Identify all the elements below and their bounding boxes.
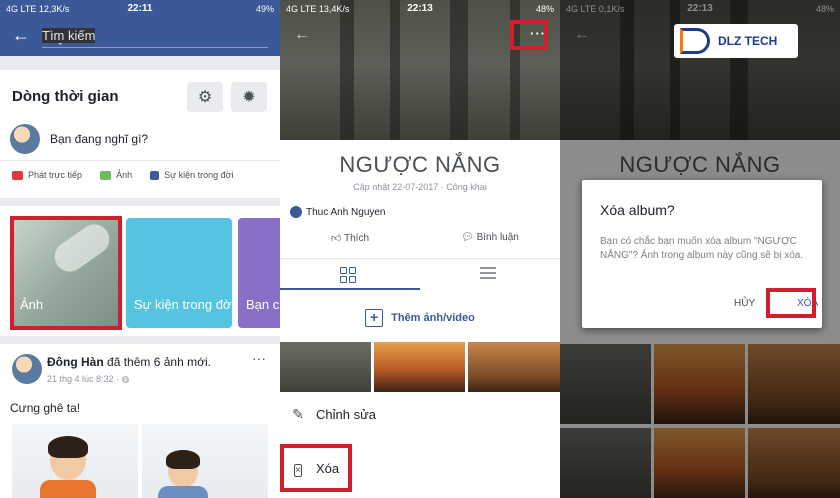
timeline-card: Dòng thời gian ⚙ ✹ Bạn đang nghĩ gì? Phá… — [0, 70, 280, 198]
photo-icon — [100, 170, 112, 180]
gear-icon: ✹ — [242, 89, 256, 106]
reaction-bar: 👍︎ Thích 💬︎ Bình luận — [280, 232, 560, 244]
post-text: Cưng ghê ta! — [10, 401, 81, 415]
owner-name: Thuc Anh Nguyen — [306, 206, 386, 218]
list-view-icon[interactable] — [480, 267, 496, 281]
thumbs-up-icon: 👍︎ — [330, 233, 345, 244]
comment-button[interactable]: 💬︎ Bình luận — [420, 232, 560, 244]
album-title: NGƯỢC NẮNG — [339, 152, 501, 177]
filter-button[interactable]: ⚙ — [187, 82, 223, 112]
page-title: Dòng thời gian — [12, 88, 119, 105]
search-placeholder: Tìm kiếm — [42, 28, 96, 43]
highlight-box — [10, 216, 122, 330]
highlight-box — [766, 288, 816, 318]
album-meta: Cập nhật 22-07-2017 · Công khai — [353, 182, 487, 192]
photo-button[interactable]: Ảnh — [100, 170, 132, 180]
tree-trunk — [390, 0, 400, 140]
tile-label: Bạn c — [246, 297, 280, 312]
post-timestamp: 21 thg 4 lúc 8:32 · ◍ — [47, 374, 129, 385]
delete-dialog-screen: 4G LTE 0,1K/s 22:13 48% ← NGƯỢC NẮNG Xóa… — [560, 0, 840, 498]
go-live-button[interactable]: Phát trực tiếp — [12, 170, 82, 180]
add-photo-label: Thêm ảnh/video — [391, 312, 475, 324]
status-bar: 4G LTE 13,4K/s 22:13 48% — [280, 0, 560, 17]
top-bar: 4G LTE 12,3K/s 22:11 49% ← Tìm kiếm — [0, 0, 280, 56]
like-label: Thích — [344, 233, 370, 244]
tile-friends[interactable]: Bạn c — [238, 218, 280, 328]
clock: 22:13 — [407, 3, 433, 14]
status-bar: 4G LTE 12,3K/s 22:11 49% — [0, 0, 280, 17]
edit-label: Chỉnh sửa — [316, 406, 377, 422]
child-face — [166, 450, 200, 488]
logo-text: DLZ TECH — [718, 34, 778, 48]
photo-thumbnail[interactable] — [468, 342, 560, 392]
photo-label: Ảnh — [116, 170, 133, 180]
post-action: đã thêm 6 ảnh mới. — [107, 355, 211, 369]
confirm-dialog: Xóa album? Bạn có chắc bạn muốn xóa albu… — [582, 180, 822, 328]
facebook-icon — [290, 206, 302, 218]
composer-actions: Phát trực tiếp Ảnh Sự kiện trong đời — [0, 170, 280, 180]
child-face — [48, 436, 88, 480]
clock: 22:11 — [127, 3, 153, 14]
like-button[interactable]: 👍︎ Thích — [280, 232, 420, 244]
tile-label: Sự kiện trong đời — [134, 297, 232, 312]
shortcut-tiles: Ảnh Sự kiện trong đời Bạn c — [0, 206, 280, 336]
view-tabs — [280, 258, 560, 290]
settings-button[interactable]: ✹ — [231, 82, 267, 112]
sliders-icon: ⚙ — [197, 89, 213, 106]
tile-life-events[interactable]: Sự kiện trong đời — [126, 218, 232, 328]
dialog-message: Bạn có chắc bạn muốn xóa album "NGƯỢC NẮ… — [600, 236, 804, 261]
avatar[interactable] — [10, 124, 40, 154]
network-status: 4G LTE 12,3K/s — [6, 3, 70, 14]
highlight-box — [280, 444, 352, 492]
status-composer[interactable]: Bạn đang nghĩ gì? — [50, 132, 148, 146]
logo-mark — [680, 28, 710, 54]
tree-trunk — [340, 0, 354, 140]
back-arrow-icon[interactable]: ← — [12, 26, 30, 44]
tree-trunk — [450, 0, 468, 140]
edit-option[interactable]: ✎ Chỉnh sửa — [290, 406, 376, 422]
album-info: NGƯỢC NẮNG Cập nhật 22-07-2017 · Công kh… — [280, 140, 560, 290]
post-photo[interactable] — [142, 424, 268, 498]
action-sheet: ✎ Chỉnh sửa × Xóa — [280, 392, 560, 498]
search-input[interactable]: Tìm kiếm — [42, 24, 268, 48]
avatar[interactable] — [12, 354, 42, 384]
child-shirt — [40, 480, 96, 498]
watermark-logo: DLZ TECH — [674, 24, 798, 58]
battery-level: 48% — [535, 3, 554, 14]
pencil-icon: ✎ — [292, 406, 304, 422]
go-live-label: Phát trực tiếp — [28, 170, 83, 180]
comment-icon: 💬︎ — [461, 232, 477, 243]
cancel-button[interactable]: HỦY — [734, 298, 755, 309]
divider — [0, 160, 280, 161]
active-tab-indicator — [280, 288, 420, 290]
comment-label: Bình luận — [476, 232, 519, 243]
photo-thumbnail[interactable] — [280, 342, 371, 392]
post-photo[interactable] — [12, 424, 138, 498]
flag-icon — [150, 170, 160, 180]
timestamp-text: 21 thg 4 lúc 8:32 · — [47, 374, 122, 384]
plus-icon: + — [365, 309, 384, 327]
add-photo-button[interactable]: + Thêm ảnh/video — [280, 298, 560, 338]
back-arrow-icon[interactable]: ← — [294, 26, 310, 44]
post-header: Đông Hàn đã thêm 6 ảnh mới. — [47, 355, 211, 369]
post-author[interactable]: Đông Hàn — [47, 355, 104, 369]
highlight-box — [510, 20, 548, 50]
album-screen: 4G LTE 13,4K/s 22:13 48% ← ··· NGƯỢC NẮN… — [280, 0, 560, 498]
battery-level: 49% — [255, 3, 274, 14]
dialog-title: Xóa album? — [600, 202, 675, 218]
life-event-label: Sự kiện trong đời — [164, 170, 234, 180]
network-status: 4G LTE 13,4K/s — [286, 3, 350, 14]
live-icon — [12, 170, 23, 180]
life-event-button[interactable]: Sự kiện trong đời — [150, 170, 234, 180]
timeline-screen: 4G LTE 12,3K/s 22:11 49% ← Tìm kiếm Dòng… — [0, 0, 280, 498]
feed-post: Đông Hàn đã thêm 6 ảnh mới. 21 thg 4 lúc… — [0, 344, 280, 498]
album-owner[interactable]: Thuc Anh Nguyen — [290, 206, 386, 218]
photo-thumbnail[interactable] — [374, 342, 465, 392]
child-shirt — [158, 486, 208, 498]
globe-icon: ◍ — [121, 374, 130, 384]
grid-view-icon[interactable] — [340, 267, 356, 283]
more-options-icon[interactable]: ··· — [252, 350, 266, 366]
